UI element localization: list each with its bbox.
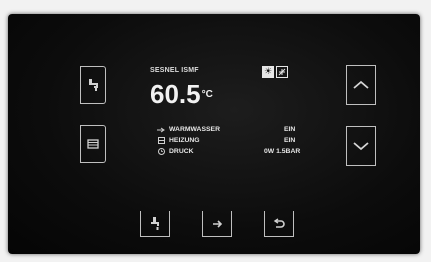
water-drop-icon xyxy=(156,126,166,134)
parameter-row-pressure: DRUCK 0W 1.5BAR xyxy=(156,147,300,156)
temperature-value: 60.5 xyxy=(150,79,201,109)
faucet-icon xyxy=(148,216,162,232)
heating-button[interactable] xyxy=(80,125,106,163)
sun-icon: ☀ xyxy=(262,66,274,78)
faucet-button[interactable] xyxy=(140,211,170,237)
back-arrow-icon xyxy=(272,217,286,230)
hot-water-button[interactable] xyxy=(80,66,106,104)
radiator-icon xyxy=(86,137,100,151)
grid-icon xyxy=(156,137,166,145)
clock-icon xyxy=(156,148,166,156)
parameter-value: EIN xyxy=(284,126,296,133)
menu-button[interactable] xyxy=(202,211,232,237)
increase-button[interactable] xyxy=(346,65,376,105)
chevron-up-icon xyxy=(352,79,370,91)
control-panel: SESNEL ISMF ☀ 60.5°C WARMWASSER EIN HEIZ… xyxy=(8,14,420,254)
parameter-row-heating: HEIZUNG EIN xyxy=(156,136,295,145)
mode-indicators: ☀ xyxy=(262,66,288,78)
parameter-label: DRUCK xyxy=(169,148,194,155)
parameter-label: HEIZUNG xyxy=(169,137,200,144)
parameter-label: WARMWASSER xyxy=(169,126,220,133)
decrease-button[interactable] xyxy=(346,126,376,166)
status-title: SESNEL ISMF xyxy=(150,67,199,74)
snowflake-icon xyxy=(276,66,288,78)
parameter-row-hot-water: WARMWASSER EIN xyxy=(156,125,295,134)
chevron-down-icon xyxy=(352,140,370,152)
parameter-value: EIN xyxy=(284,137,296,144)
temperature-display: 60.5°C xyxy=(150,81,213,107)
temperature-unit: °C xyxy=(201,89,213,100)
parameter-value: 0W 1.5BAR xyxy=(264,148,301,155)
back-button[interactable] xyxy=(264,211,294,237)
minus-icon xyxy=(210,219,224,229)
tap-icon xyxy=(85,77,101,93)
